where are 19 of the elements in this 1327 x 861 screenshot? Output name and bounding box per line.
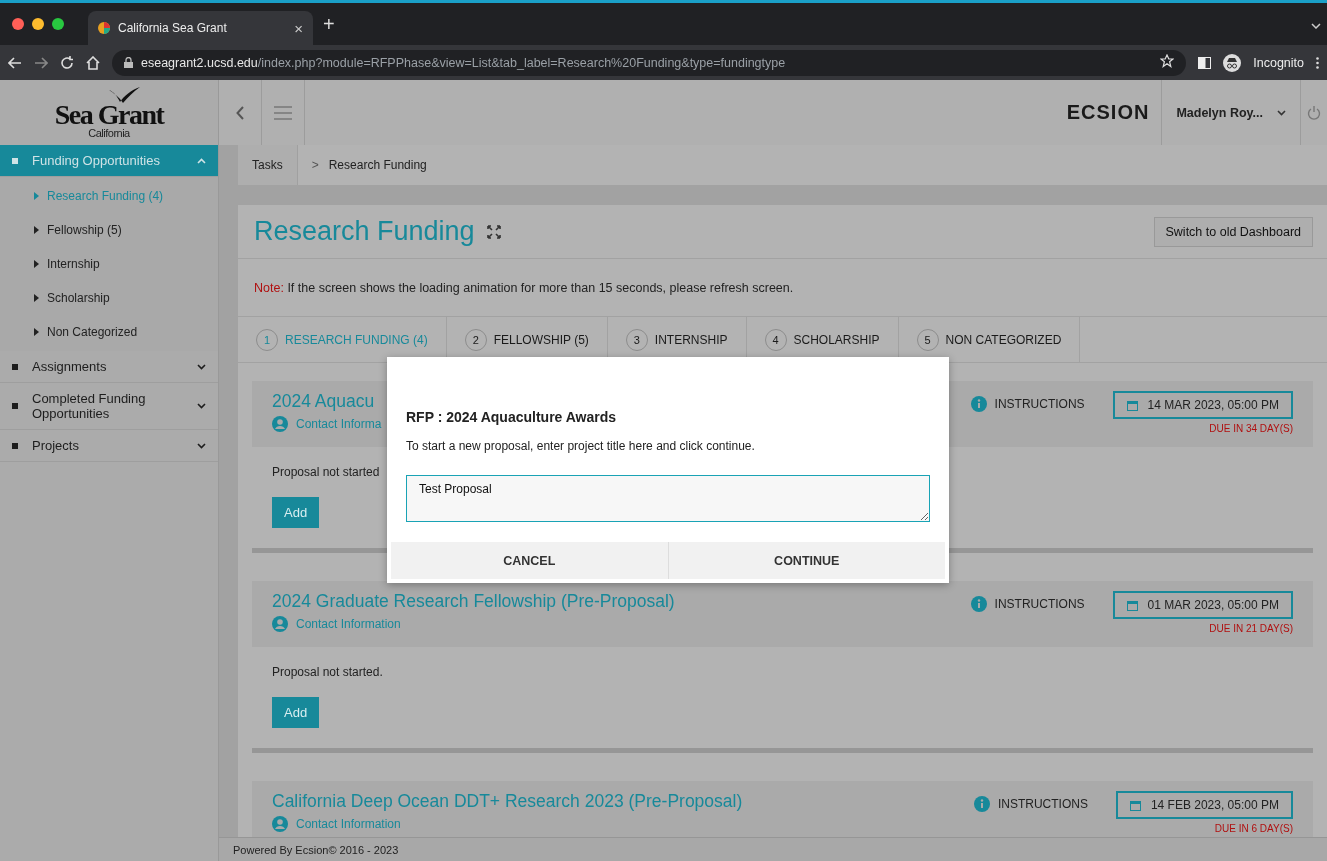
footer-text: Powered By Ecsion© 2016 - 2023 (233, 843, 399, 856)
deadline-badge: 14 MAR 2023, 05:00 PM (1112, 391, 1293, 419)
breadcrumb-current: Research Funding (328, 158, 427, 172)
proposal-status: Proposal not started (272, 465, 380, 479)
due-text: DUE IN 34 DAY(S) (1209, 423, 1293, 434)
logo-title: Sea Grant (54, 103, 164, 127)
logo-subtitle: California (88, 127, 130, 139)
proposal-status: Proposal not started. (272, 665, 383, 679)
deadline-badge: 14 FEB 2023, 05:00 PM (1115, 791, 1293, 819)
incognito-label: Incognito (1253, 55, 1304, 70)
page-title: Research Funding (254, 216, 475, 247)
dialog-title: RFP : 2024 Aquaculture Awards (406, 409, 618, 425)
deadline-badge: 01 MAR 2023, 05:00 PM (1112, 591, 1293, 619)
due-text: DUE IN 21 DAY(S) (1209, 623, 1293, 634)
note-text: Note: If the screen shows the loading animation for more than 15 seconds, please refresh screen. (254, 280, 794, 295)
brand-logo: ECSION (1066, 101, 1150, 124)
due-text: DUE IN 6 DAY(S) (1214, 823, 1293, 834)
dialog-text: To start a new proposal, enter project title here and click continue. (406, 439, 756, 453)
breadcrumb-separator: > (311, 158, 319, 172)
